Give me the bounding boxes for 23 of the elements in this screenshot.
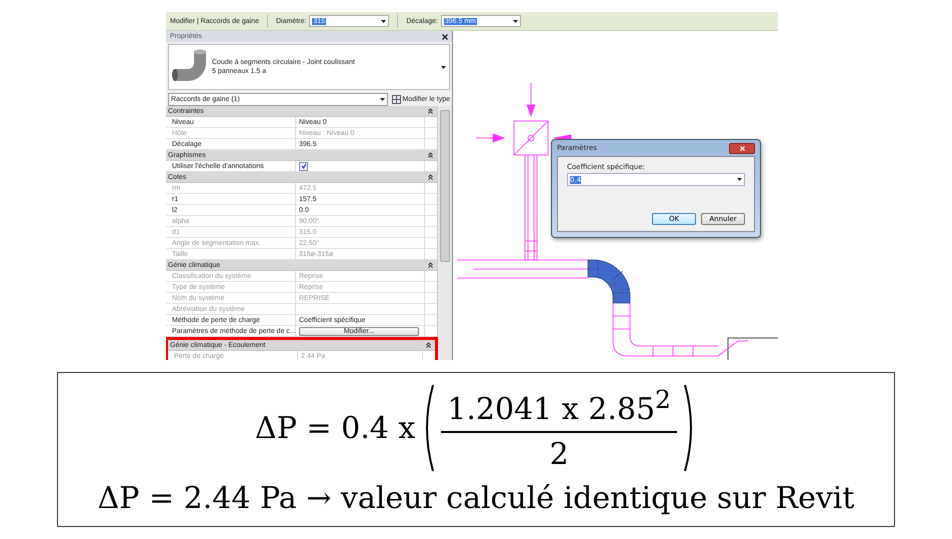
fraction-denominator: 2 — [550, 436, 569, 472]
collapse-icon — [428, 152, 433, 158]
collapse-icon — [426, 342, 431, 348]
annotation-scale-checkbox[interactable] — [299, 162, 308, 170]
wall-outline — [728, 338, 778, 360]
caret-icon — [381, 20, 386, 22]
selected-elbow[interactable] — [588, 260, 630, 304]
close-icon[interactable] — [442, 34, 448, 40]
close-icon — [740, 146, 744, 150]
type-properties-icon — [392, 94, 401, 104]
caret-icon — [737, 178, 742, 181]
caret-icon — [441, 66, 446, 68]
checkmark-icon — [300, 163, 306, 169]
caret-icon — [512, 20, 518, 22]
fraction-numerator: 1.2041 x 2.85$^{2}$ — [441, 384, 677, 432]
result-text: ΔP = 2.44 Pa → valeur calculé identique sur Revit — [98, 481, 854, 516]
scrollbar[interactable] — [437, 106, 452, 360]
collapse-icon — [428, 174, 433, 180]
equation-text: ΔP = 0.4 x — [255, 410, 416, 446]
close-button[interactable] — [729, 142, 755, 154]
caret-icon — [380, 98, 385, 100]
collapse-icon — [428, 262, 433, 268]
collapse-icon — [428, 108, 433, 114]
